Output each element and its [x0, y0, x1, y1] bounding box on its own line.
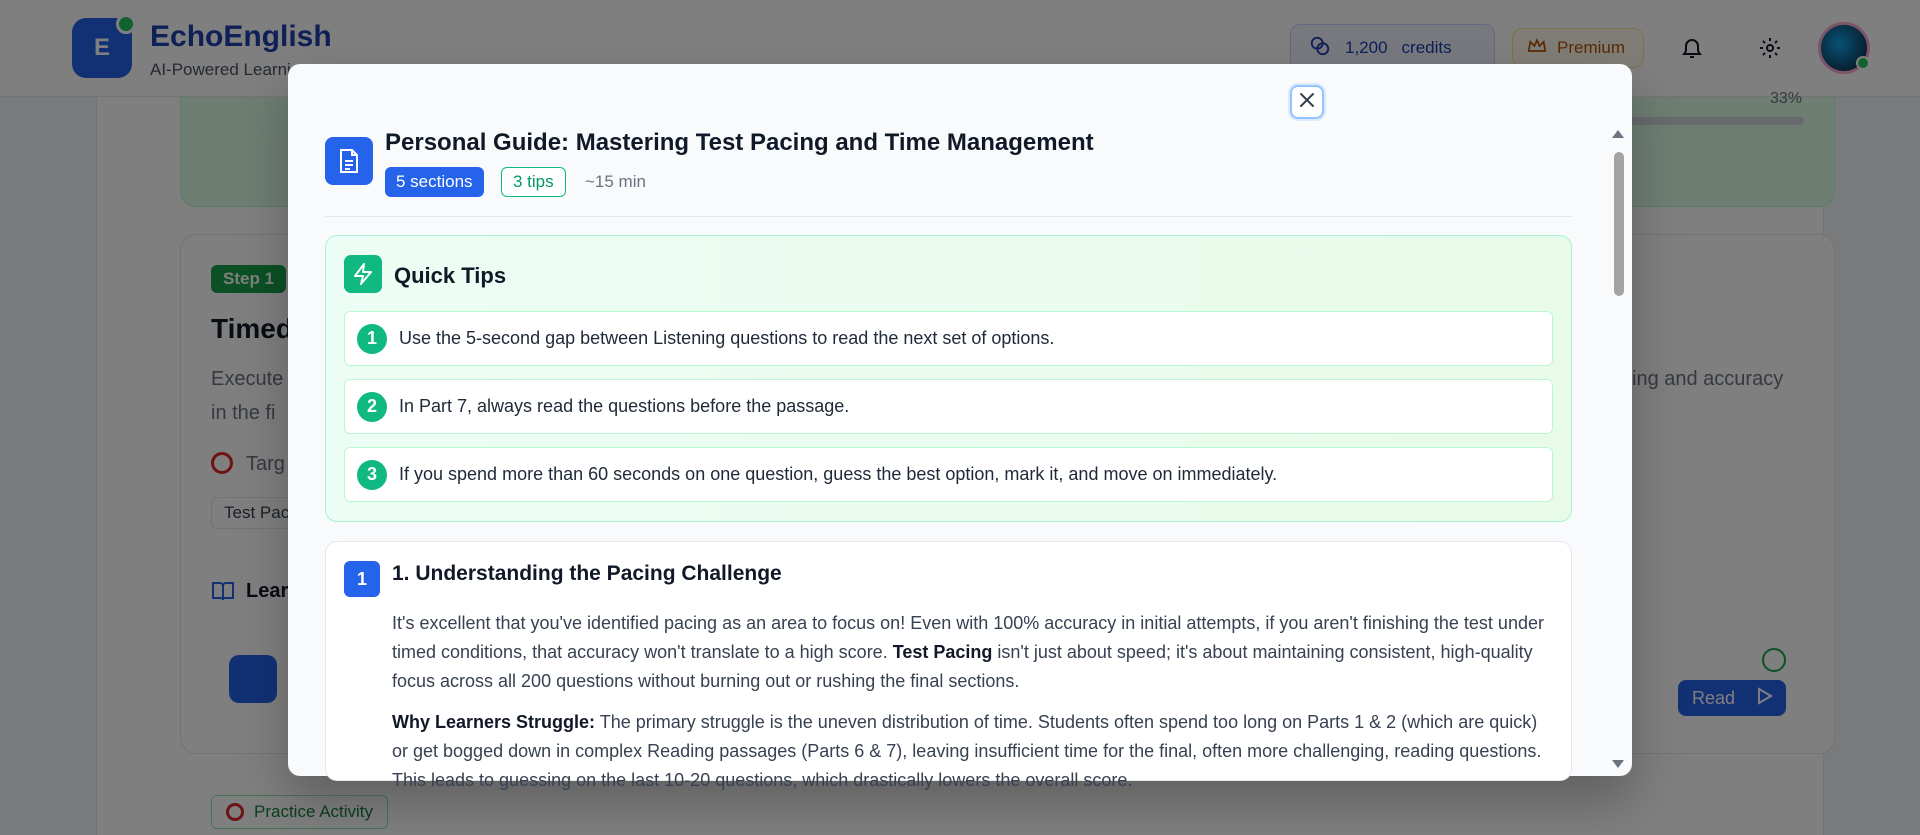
quick-tips-heading: Quick Tips — [394, 263, 507, 288]
guide-title: Personal Guide: Mastering Test Pacing an… — [385, 129, 1094, 156]
bold-term: Test Pacing — [892, 642, 993, 662]
document-icon — [325, 137, 373, 185]
reading-time: ~15 min — [585, 172, 646, 191]
tip-number: 3 — [357, 459, 387, 490]
section-number-badge: 1 — [344, 561, 380, 597]
scroll-down-arrow[interactable] — [1612, 760, 1624, 768]
section-body: It's excellent that you've identified pa… — [392, 609, 1552, 807]
close-icon — [1298, 91, 1316, 114]
tip-text: If you spend more than 60 seconds on one… — [399, 464, 1278, 484]
close-button[interactable] — [1290, 85, 1324, 119]
section-paragraph: It's excellent that you've identified pa… — [392, 609, 1552, 696]
tip-text: Use the 5-second gap between Listening q… — [399, 328, 1055, 348]
tip-number: 1 — [357, 323, 387, 354]
section-title: 1. Understanding the Pacing Challenge — [392, 562, 782, 585]
lightning-icon — [344, 255, 382, 293]
section-paragraph: Why Learners Struggle: The primary strug… — [392, 708, 1552, 795]
bold-term: Why Learners Struggle: — [392, 712, 596, 732]
tips-count-badge: 3 tips — [501, 167, 566, 197]
scrollbar-thumb[interactable] — [1614, 152, 1624, 296]
tip-item: 1 Use the 5-second gap between Listening… — [344, 311, 1553, 366]
scroll-up-arrow[interactable] — [1612, 130, 1624, 138]
tip-text: In Part 7, always read the questions bef… — [399, 396, 850, 416]
header-divider — [325, 216, 1572, 217]
tip-number: 2 — [357, 391, 387, 422]
sections-count-badge: 5 sections — [385, 167, 484, 197]
tip-item: 2 In Part 7, always read the questions b… — [344, 379, 1553, 434]
tip-item: 3 If you spend more than 60 seconds on o… — [344, 447, 1553, 502]
